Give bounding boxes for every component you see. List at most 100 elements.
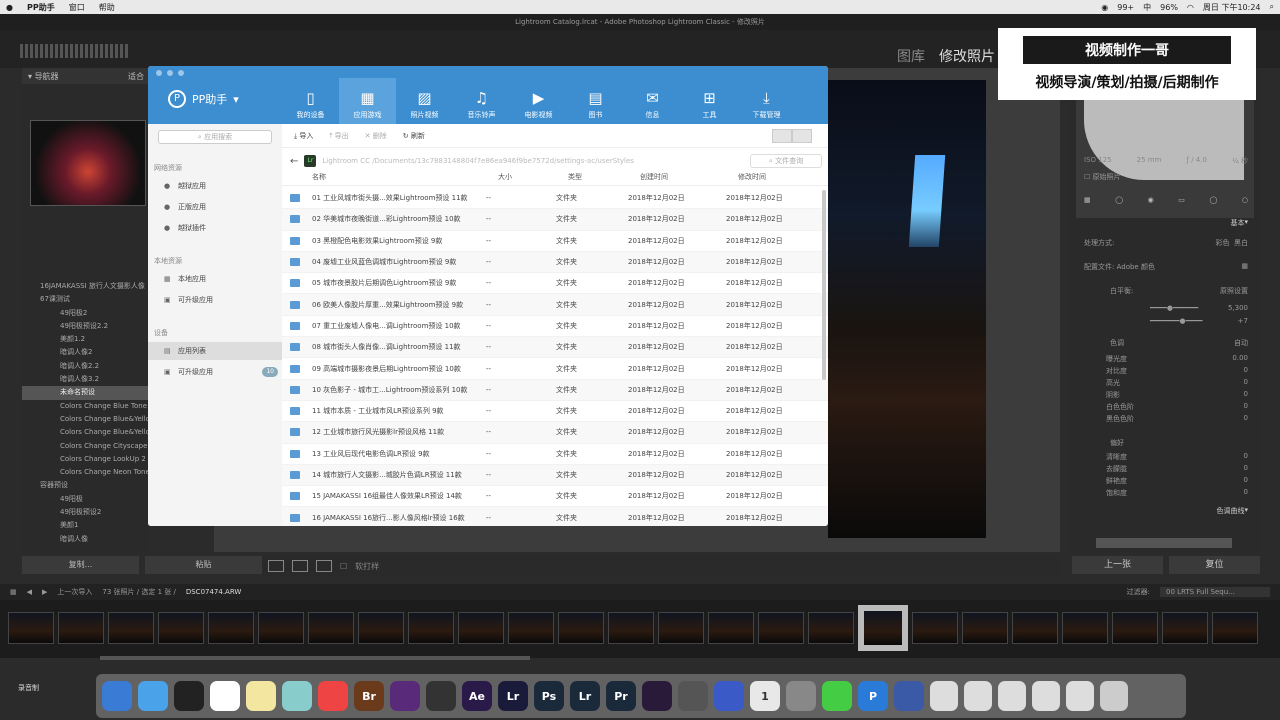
aftereffects-icon[interactable]: Ae (462, 681, 492, 711)
slider-row[interactable]: 去朦胧 0 (1106, 464, 1248, 476)
photoshop-icon[interactable]: Ps (534, 681, 564, 711)
delete-button[interactable]: ✕ 删除 (365, 131, 387, 141)
col-created[interactable]: 创建时间 (640, 172, 738, 185)
sidebar-item[interactable]: ● 越狱应用 (148, 177, 282, 195)
filmstrip-thumb[interactable] (58, 612, 104, 644)
spot-icon[interactable]: ◯ (1115, 196, 1123, 208)
checkbox-icon[interactable]: ☐ (1084, 173, 1093, 181)
filter-select[interactable]: 00 LRTS Full Sequ... (1160, 587, 1270, 597)
col-size[interactable]: 大小 (498, 172, 568, 185)
basic-header[interactable]: 基本 ▾ (1084, 218, 1248, 230)
slider-row[interactable]: 阴影 0 (1106, 390, 1248, 402)
sidebar-item[interactable]: ▣ 可升级应用 10 (148, 363, 282, 381)
filmstrip-thumb[interactable] (158, 612, 204, 644)
tree-item[interactable]: Colors Change Neon Tone (22, 466, 150, 479)
paste-button[interactable]: 粘贴 (145, 556, 262, 574)
table-row[interactable]: 11 城市本质 - 工业城市风LR预设系列 9款 -- 文件夹 2018年12月02日… (282, 401, 828, 423)
apple-icon[interactable]: ● (6, 3, 13, 12)
app-icon[interactable] (642, 681, 672, 711)
main-photo[interactable] (828, 80, 986, 538)
tree-item[interactable]: 49阳极2 (22, 307, 150, 320)
filmstrip-thumb[interactable] (458, 612, 504, 644)
tree-item[interactable]: Colors Change Blue&Yellow2 (22, 426, 150, 439)
filmstrip-thumb[interactable] (858, 605, 908, 651)
color-button[interactable]: 彩色 (1216, 239, 1230, 247)
close-icon[interactable] (156, 70, 162, 76)
table-row[interactable]: 04 废墟工业风蓝色调城市Lightroom预设 9款 -- 文件夹 2018年12月… (282, 251, 828, 274)
table-row[interactable]: 01 工业风城市街头摄...效果Lightroom预设 11款 -- 文件夹 2018… (282, 188, 828, 210)
filmstrip-thumb[interactable] (8, 612, 54, 644)
wifi-icon[interactable]: ◠ (1187, 3, 1194, 12)
temp-row[interactable]: ━━━━●━━━━━━ 5,300 (1150, 304, 1248, 316)
lightroom-classic-icon[interactable]: Lr (570, 681, 600, 711)
finder-icon[interactable] (102, 681, 132, 711)
filmstrip-thumb[interactable] (408, 612, 454, 644)
tree-item[interactable]: 16JAMAKASSI 旅行人文摄影人像 (22, 280, 150, 293)
table-row[interactable]: 05 城市夜景胶片后期调色Lightroom预设 9款 -- 文件夹 2018年12月… (282, 273, 828, 295)
table-row[interactable]: 09 高端城市摄影夜景后期Lightroom预设 10款 -- 文件夹 2018年12… (282, 358, 828, 380)
original-photo-row[interactable]: ☐ 原始照片 (1084, 172, 1248, 184)
tab-3[interactable]: ♫ 音乐铃声 (453, 78, 510, 124)
path-text[interactable]: Lightroom CC /Documents/13c7883148804f7e… (322, 157, 634, 165)
filmstrip-thumb[interactable] (558, 612, 604, 644)
wechat-icon[interactable]: ◉ (1101, 3, 1108, 12)
pp-icon[interactable]: P (858, 681, 888, 711)
col-modified[interactable]: 修改时间 (738, 172, 828, 185)
wb-value[interactable]: 原照设置 (1220, 286, 1248, 298)
menu-app[interactable]: PP助手 (27, 2, 55, 13)
document-icon[interactable] (1066, 681, 1094, 711)
finalcut-icon[interactable] (426, 681, 456, 711)
document-icon[interactable] (964, 681, 992, 711)
tab-5[interactable]: ▤ 图书 (567, 78, 624, 124)
qq-icon[interactable] (174, 681, 204, 711)
table-row[interactable]: 06 欧美人像胶片厚重...效果Lightroom预设 9款 -- 文件夹 2018年… (282, 294, 828, 316)
filmstrip-thumb[interactable] (258, 612, 304, 644)
filmstrip-thumb[interactable] (1062, 612, 1108, 644)
previous-button[interactable]: 上一张 (1072, 556, 1163, 574)
table-row[interactable]: 14 城市旅行人文摄影...城胶片色调LR预设 11款 -- 文件夹 2018年12月… (282, 464, 828, 487)
table-row[interactable]: 07 重工业废墟人像电...调Lightroom预设 10款 -- 文件夹 2018年… (282, 316, 828, 338)
wechat-icon[interactable] (822, 681, 852, 711)
pp-logo[interactable]: P PP助手 ▾ (168, 90, 239, 108)
filmstrip-grid-icon[interactable]: ▦ (10, 588, 17, 596)
filmstrip-thumb[interactable] (108, 612, 154, 644)
tab-2[interactable]: ▨ 照片视频 (396, 78, 453, 124)
search-icon[interactable]: ⌕ (1270, 2, 1274, 12)
calendar-icon[interactable] (210, 681, 240, 711)
tree-item[interactable]: 49阳极预设2 (22, 506, 150, 519)
tint-row[interactable]: ━━━━━━━●━━━━ +7 (1150, 317, 1248, 329)
tab-6[interactable]: ✉ 信息 (624, 78, 681, 124)
tone-curve-header[interactable]: 色调曲线 ▾ (1084, 506, 1248, 518)
tree-item[interactable]: 未命名预设 (22, 386, 150, 400)
redeye-icon[interactable]: ◉ (1148, 196, 1154, 208)
table-row[interactable]: 10 灰色影子 - 城市工...Lightroom预设系列 10款 -- 文件夹 20… (282, 379, 828, 401)
trash-icon[interactable] (1100, 681, 1128, 711)
layers-icon[interactable] (678, 681, 708, 711)
slider-row[interactable]: 曝光度 0.00 (1106, 354, 1248, 366)
menu-window[interactable]: 窗口 (69, 2, 85, 13)
ime-indicator[interactable]: 中 (1143, 2, 1151, 13)
table-row[interactable]: 08 城市街头人像肖像...调Lightroom预设 11款 -- 文件夹 2018年… (282, 337, 828, 359)
quicktime-icon[interactable] (894, 681, 924, 711)
back-arrow-icon[interactable]: ← (290, 156, 298, 167)
document-icon[interactable] (1032, 681, 1060, 711)
filmstrip-thumb[interactable] (208, 612, 254, 644)
module-develop[interactable]: 修改照片 (939, 46, 995, 66)
gradient-icon[interactable]: ▭ (1178, 196, 1185, 208)
davinci-icon[interactable] (390, 681, 420, 711)
curve-preview[interactable] (1096, 538, 1232, 548)
menu-help[interactable]: 帮助 (99, 2, 115, 13)
zoom-icon[interactable] (178, 70, 184, 76)
filmstrip-thumb[interactable] (708, 612, 754, 644)
table-row[interactable]: 03 黑橙配色电影效果Lightroom预设 9款 -- 文件夹 2018年12月02… (282, 231, 828, 252)
filmstrip-thumb[interactable] (1112, 612, 1158, 644)
app-icon[interactable] (714, 681, 744, 711)
table-row[interactable]: 12 工业城市旅行风光摄影lr预设风格 11款 -- 文件夹 2018年12月02日 2… (282, 422, 828, 444)
filmstrip-thumb[interactable] (508, 612, 554, 644)
auto-button[interactable]: 自动 (1234, 338, 1248, 350)
sidebar-item[interactable]: ▤ 应用列表 (148, 342, 282, 360)
tree-item[interactable]: 暗调人像2 (22, 346, 150, 359)
preview-icon[interactable] (282, 681, 312, 711)
tree-item[interactable]: 67课测试 (22, 293, 150, 306)
lightroom-icon[interactable]: Lr (498, 681, 528, 711)
